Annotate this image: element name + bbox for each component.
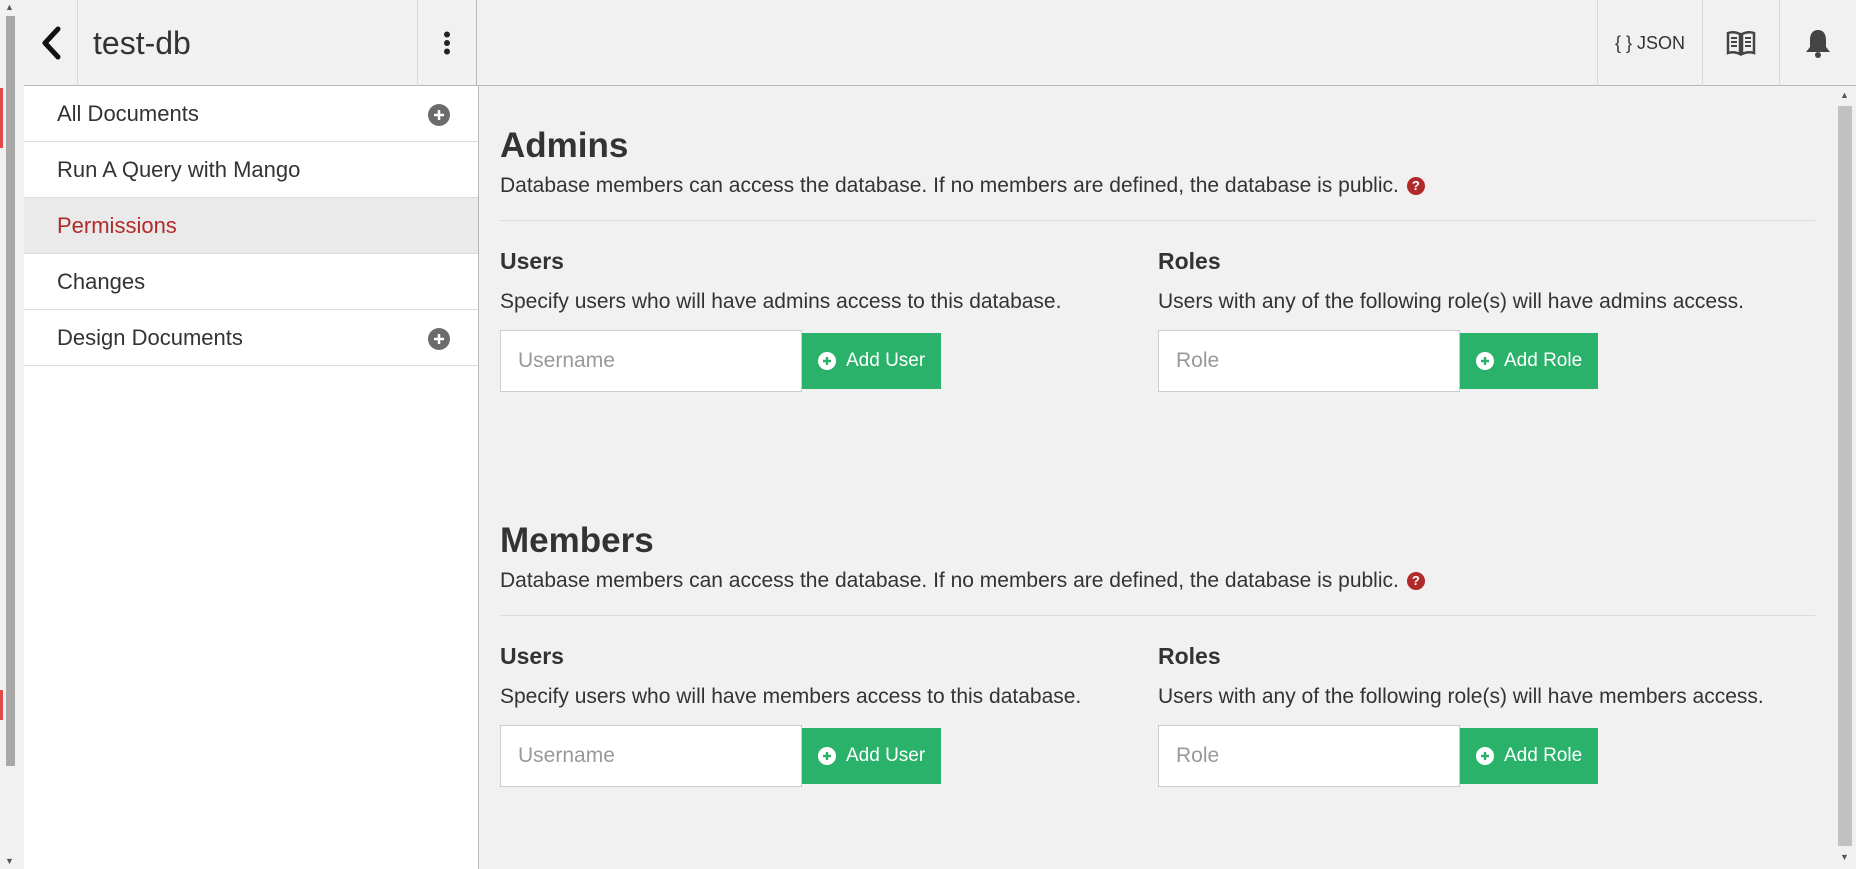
documentation-button[interactable] [1702,0,1779,86]
add-user-label: Add User [846,350,926,371]
outer-scrollbar-thumb[interactable] [6,16,15,766]
admins-roles-heading: Roles [1158,248,1221,274]
admins-users-hint: Specify users who will have admins acces… [500,290,1062,313]
json-button[interactable]: { } JSON [1597,0,1702,86]
permissions-content: Admins Database members can access the d… [480,86,1832,869]
members-users-input-row: Add User [500,725,1140,787]
plus-circle-icon [1476,747,1494,765]
sidebar-item-changes[interactable]: Changes [24,254,478,310]
members-username-input[interactable] [500,725,802,787]
content-scrollbar[interactable]: ▲ ▼ [1832,86,1856,869]
bell-icon [1806,30,1830,58]
members-title: Members [500,521,654,560]
sidebar-item-label: All Documents [57,101,199,126]
scroll-down-arrow-icon[interactable]: ▼ [1840,852,1849,862]
admins-roles-hint: Users with any of the following role(s) … [1158,290,1744,313]
admins-section: Admins Database members can access the d… [500,124,1815,401]
admins-username-input[interactable] [500,330,802,392]
admins-role-input[interactable] [1158,330,1460,392]
help-icon[interactable]: ? [1406,572,1425,590]
members-add-role-button[interactable]: Add Role [1460,728,1599,784]
scroll-up-arrow-icon[interactable]: ▲ [1840,90,1849,100]
sidebar-item-all-documents[interactable]: All Documents [24,86,478,142]
admins-users-column: Users Specify users who will have admins… [500,247,1140,392]
sidebar-item-mango-query[interactable]: Run A Query with Mango [24,142,478,198]
admins-description: Database members can access the database… [500,172,1815,200]
back-button[interactable] [24,0,78,86]
members-add-user-button[interactable]: Add User [802,728,942,784]
edge-marker [0,690,3,720]
content-scrollbar-thumb[interactable] [1838,106,1852,846]
members-users-column: Users Specify users who will have member… [500,642,1140,787]
help-icon[interactable]: ? [1406,177,1425,195]
chevron-left-icon [42,26,60,60]
admins-description-text: Database members can access the database… [500,174,1399,197]
book-icon [1726,30,1756,56]
admins-users-heading: Users [500,248,564,274]
admins-roles-column: Roles Users with any of the following ro… [1158,247,1815,392]
members-role-input[interactable] [1158,725,1460,787]
admins-roles-input-row: Add Role [1158,330,1815,392]
add-design-document-icon[interactable] [428,328,450,350]
members-roles-column: Roles Users with any of the following ro… [1158,642,1815,787]
sidebar-item-label: Permissions [57,213,177,238]
members-roles-hint: Users with any of the following role(s) … [1158,685,1764,708]
add-user-label: Add User [846,745,926,766]
edge-marker [0,88,3,148]
notifications-button[interactable] [1779,0,1856,86]
database-title: test-db [93,25,191,61]
members-description-text: Database members can access the database… [500,569,1399,592]
sidebar-item-label: Run A Query with Mango [57,157,301,182]
admins-add-user-button[interactable]: Add User [802,333,942,389]
plus-circle-icon [1476,352,1494,370]
app-window: ▲ ▼ test-db { } JSON All Documents Run A… [0,0,1856,869]
plus-circle-icon [818,352,836,370]
admins-columns: Users Specify users who will have admins… [500,221,1815,401]
kebab-menu-icon [444,31,450,55]
json-label: { } JSON [1614,32,1686,53]
admins-add-role-button[interactable]: Add Role [1460,333,1599,389]
add-role-label: Add Role [1504,745,1583,766]
database-menu-button[interactable] [417,0,477,86]
members-columns: Users Specify users who will have member… [500,616,1815,796]
top-header: test-db { } JSON [24,0,1856,86]
members-roles-input-row: Add Role [1158,725,1815,787]
members-users-hint: Specify users who will have members acce… [500,685,1082,708]
admins-users-input-row: Add User [500,330,1140,392]
members-roles-heading: Roles [1158,643,1221,669]
sidebar: All Documents Run A Query with Mango Per… [24,86,479,869]
add-document-icon[interactable] [428,104,450,126]
scroll-up-arrow-icon[interactable]: ▲ [5,2,14,12]
sidebar-item-permissions[interactable]: Permissions [24,198,478,254]
members-section: Members Database members can access the … [500,519,1815,796]
members-users-heading: Users [500,643,564,669]
outer-scrollbar[interactable]: ▲ ▼ [0,0,24,869]
plus-circle-icon [818,747,836,765]
members-description: Database members can access the database… [500,567,1815,595]
add-role-label: Add Role [1504,350,1583,371]
sidebar-item-design-documents[interactable]: Design Documents [24,310,478,366]
sidebar-item-label: Design Documents [57,325,243,350]
sidebar-item-label: Changes [57,269,146,294]
scroll-down-arrow-icon[interactable]: ▼ [5,856,14,866]
admins-title: Admins [500,126,629,165]
